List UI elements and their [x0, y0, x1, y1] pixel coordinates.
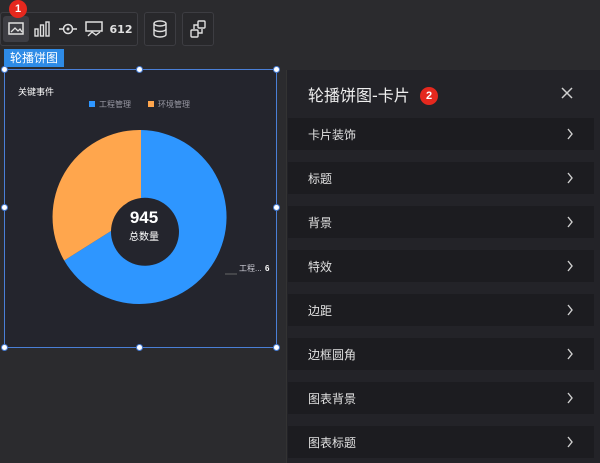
database-icon: [153, 20, 167, 38]
data-tool-group: [144, 12, 176, 46]
section-label: 标题: [308, 171, 333, 186]
chevron-right-icon: [567, 392, 573, 404]
chart-title: 关键事件: [18, 86, 54, 97]
resize-handle-t[interactable]: [136, 66, 143, 73]
display-tool-button[interactable]: [81, 16, 107, 42]
chevron-right-icon: [567, 304, 573, 316]
legend-label-2: 环境管理: [158, 99, 190, 109]
section-chart-title[interactable]: 图表标题: [288, 426, 594, 458]
section-label: 特效: [308, 259, 333, 274]
section-label: 图表背景: [308, 391, 357, 406]
section-label: 卡片装饰: [308, 127, 357, 142]
resize-handle-br[interactable]: [273, 344, 280, 351]
close-icon[interactable]: [560, 86, 574, 100]
chevron-right-icon: [567, 128, 573, 140]
chevron-right-icon: [567, 436, 573, 448]
section-effects[interactable]: 特效: [288, 250, 594, 282]
eye-tool-button[interactable]: [55, 16, 81, 42]
bar-chart-icon: [34, 21, 50, 37]
slice-value: 6: [265, 264, 270, 273]
image-tool-button[interactable]: [3, 16, 29, 42]
number-tool-label: 612: [109, 22, 133, 36]
legend-swatch-2: [148, 101, 154, 107]
section-label: 背景: [308, 215, 333, 230]
section-chart-background[interactable]: 图表背景: [288, 382, 594, 414]
slice-label: 工程...: [239, 264, 262, 273]
section-border-radius[interactable]: 边框圆角: [288, 338, 594, 370]
section-background[interactable]: 背景: [288, 206, 594, 238]
pie-chart: 关键事件 工程管理 环境管理 945 总数量 工程... 6: [18, 86, 270, 304]
eye-icon: [59, 23, 77, 35]
component-tag[interactable]: 轮播饼图: [4, 49, 65, 67]
chevron-right-icon: [567, 260, 573, 272]
chevron-right-icon: [567, 216, 573, 228]
section-label: 边框圆角: [308, 347, 357, 362]
callout-badge-2: 2: [420, 87, 438, 105]
resize-handle-b[interactable]: [136, 344, 143, 351]
resize-handle-tl[interactable]: [1, 66, 8, 73]
section-label: 图表标题: [308, 435, 357, 450]
chevron-right-icon: [567, 172, 573, 184]
toolbar: 612: [0, 12, 220, 46]
section-card-decoration[interactable]: 卡片装饰: [288, 118, 594, 150]
number-tool-button[interactable]: 612: [107, 16, 135, 42]
legend-label-1: 工程管理: [99, 99, 131, 109]
section-title[interactable]: 标题: [288, 162, 594, 194]
callout-badge-1: 1: [9, 0, 27, 18]
link-button[interactable]: [185, 16, 211, 42]
link-icon: [190, 20, 206, 38]
image-icon: [8, 22, 24, 35]
center-label: 总数量: [129, 230, 159, 243]
legend-swatch-1: [89, 101, 95, 107]
resize-handle-r[interactable]: [273, 204, 280, 211]
resize-handle-tr[interactable]: [273, 66, 280, 73]
link-tool-group: [182, 12, 214, 46]
display-icon: [85, 21, 103, 37]
center-value: 945: [130, 208, 158, 227]
bar-chart-tool-button[interactable]: [29, 16, 55, 42]
carousel-pie-widget[interactable]: 关键事件 工程管理 环境管理 945 总数量 工程... 6: [4, 69, 277, 348]
database-button[interactable]: [147, 16, 173, 42]
chevron-right-icon: [567, 348, 573, 360]
section-margin[interactable]: 边距: [288, 294, 594, 326]
panel-header: 轮播饼图-卡片: [287, 70, 600, 118]
resize-handle-bl[interactable]: [1, 344, 8, 351]
panel-title: 轮播饼图-卡片: [308, 86, 410, 105]
resize-handle-l[interactable]: [1, 204, 8, 211]
section-label: 边距: [308, 303, 333, 318]
config-panel: 轮播饼图-卡片 卡片装饰 标题 背景 特效 边距 边框圆角 图表背景 图表标题: [286, 70, 600, 463]
